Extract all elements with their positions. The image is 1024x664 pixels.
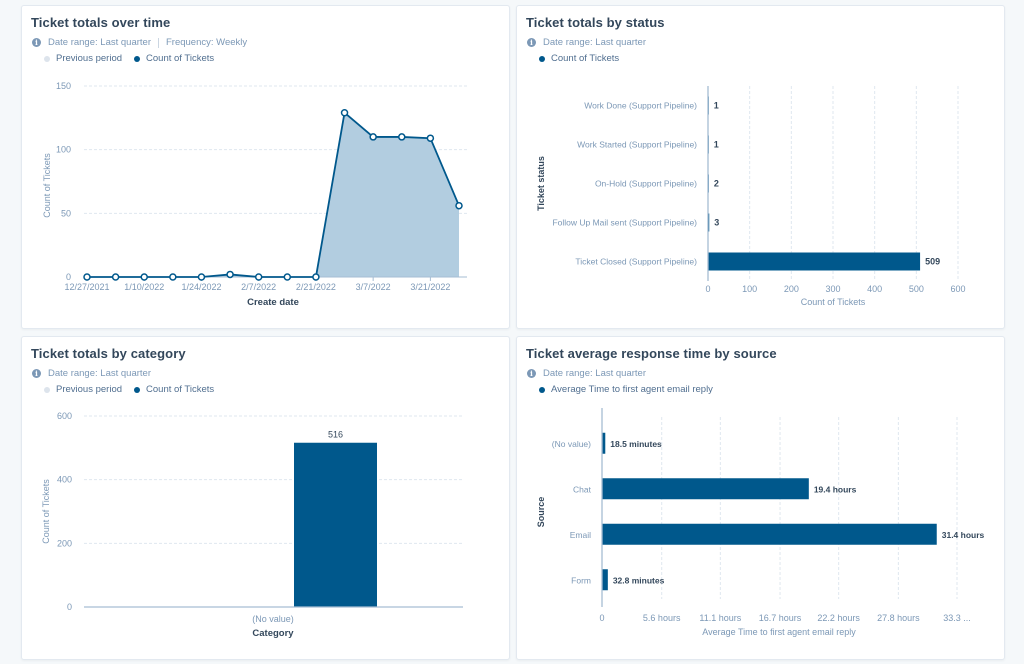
category-label: Chat xyxy=(573,484,592,494)
x-tick-label: 27.8 hours xyxy=(877,613,920,623)
data-point xyxy=(83,273,91,281)
data-point xyxy=(369,133,377,141)
data-point xyxy=(426,134,435,142)
ticket-totals-by-status-card: Ticket totals by status i Date range: La… xyxy=(516,5,1005,329)
bar-value-label: 516 xyxy=(328,430,343,440)
y-tick-label: 50 xyxy=(61,208,71,218)
bar xyxy=(602,523,937,545)
category-label: Work Started (Support Pipeline) xyxy=(577,140,697,150)
x-tick-label: 3/21/2022 xyxy=(410,282,450,292)
x-tick-label: 0 xyxy=(705,284,710,294)
bar-value-label: 1 xyxy=(714,140,719,150)
category-label: Ticket Closed (Support Pipeline) xyxy=(575,257,697,267)
x-tick-label: 2/21/2022 xyxy=(296,282,336,292)
y-tick-label: 150 xyxy=(56,81,71,91)
y-tick-label: 400 xyxy=(57,475,72,485)
x-tick-label: 1/10/2022 xyxy=(124,282,164,292)
bar-value-label: 2 xyxy=(714,179,719,189)
bar-value-label: 509 xyxy=(925,257,940,267)
data-point xyxy=(197,273,206,281)
data-point xyxy=(111,273,120,281)
line-area-chart: 0 50 100 150 12/27/2021 1/10/2022 1/24/2022 2/7… xyxy=(42,81,467,308)
y-tick-label: 0 xyxy=(66,272,71,282)
x-tick-label: 300 xyxy=(825,284,840,294)
x-tick-label: 11.1 hours xyxy=(699,613,741,623)
x-tick-label: 100 xyxy=(742,284,757,294)
y-axis-title: Ticket status xyxy=(536,156,546,211)
y-tick-label: 200 xyxy=(57,538,72,548)
data-point xyxy=(226,270,234,279)
x-tick-label: 400 xyxy=(867,284,882,294)
x-tick-label: (No value) xyxy=(252,614,294,624)
bar-count-of-tickets xyxy=(294,442,377,607)
data-point xyxy=(283,273,292,281)
bar xyxy=(708,252,921,271)
ticket-avg-response-time-card: Ticket average response time by source i… xyxy=(516,336,1005,660)
data-point xyxy=(169,273,177,281)
data-point xyxy=(455,201,463,210)
data-point xyxy=(140,273,148,281)
y-axis-title: Source xyxy=(536,497,546,528)
x-tick-label: 500 xyxy=(909,284,924,294)
data-point xyxy=(340,108,349,117)
bar xyxy=(602,569,608,591)
x-tick-label: 3/7/2022 xyxy=(356,282,391,292)
ticket-totals-over-time-card: Ticket totals over time i Date range: La… xyxy=(21,5,510,329)
x-tick-label: 33.3 ... xyxy=(943,613,971,623)
x-axis-title: Create date xyxy=(247,297,299,308)
y-tick-label: 600 xyxy=(57,411,72,421)
y-tick-label: 100 xyxy=(56,145,71,155)
bar-value-label: 18.5 minutes xyxy=(610,439,662,449)
x-tick-label: 600 xyxy=(950,284,965,294)
category-label: Form xyxy=(571,575,591,585)
bar-value-label: 32.8 minutes xyxy=(613,575,665,585)
data-point xyxy=(254,273,263,281)
x-tick-label: 22.2 hours xyxy=(817,613,860,623)
bar-value-label: 19.4 hours xyxy=(814,484,857,494)
x-tick-label: 5.6 hours xyxy=(643,613,681,623)
y-axis-title: Count of Tickets xyxy=(42,153,52,218)
bar xyxy=(602,478,809,500)
x-tick-label: 200 xyxy=(784,284,799,294)
x-axis-title: Count of Tickets xyxy=(801,297,866,307)
x-tick-label: 16.7 hours xyxy=(759,613,802,623)
data-point xyxy=(312,273,320,281)
x-axis-title: Category xyxy=(252,628,294,639)
x-tick-label: 12/27/2021 xyxy=(64,282,109,292)
bar-value-label: 3 xyxy=(714,218,719,228)
horizontal-bar-chart: 0 100 200 300 400 500 600 Work Done (Support Pi… xyxy=(536,86,966,307)
bar-value-label: 1 xyxy=(714,101,719,111)
x-axis-title: Average Time to first agent email reply xyxy=(702,627,856,637)
data-point xyxy=(398,133,406,141)
category-label: (No value) xyxy=(552,439,591,449)
category-label: Follow Up Mail sent (Support Pipeline) xyxy=(552,218,697,228)
bar-value-label: 31.4 hours xyxy=(942,530,985,540)
column-chart: 0 200 400 600 516 (No value) Category Count of … xyxy=(41,411,463,639)
category-label: Email xyxy=(570,530,591,540)
horizontal-bar-chart: 0 5.6 hours 11.1 hours 16.7 hours 22.2 hours… xyxy=(536,408,985,637)
category-label: On-Hold (Support Pipeline) xyxy=(595,179,697,189)
y-axis-title: Count of Tickets xyxy=(41,479,51,544)
x-tick-label: 1/24/2022 xyxy=(181,282,221,292)
x-tick-label: 0 xyxy=(599,613,604,623)
category-label: Work Done (Support Pipeline) xyxy=(584,101,697,111)
y-tick-label: 0 xyxy=(67,602,72,612)
x-tick-label: 2/7/2022 xyxy=(241,282,276,292)
ticket-totals-by-category-card: Ticket totals by category i Date range: … xyxy=(21,336,510,660)
